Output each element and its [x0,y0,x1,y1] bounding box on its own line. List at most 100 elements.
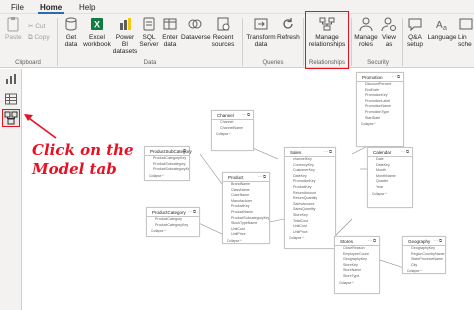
table-card-channel[interactable]: Channel ⋯ ⧉ Channel ChannelName Collapse ^ [211,110,254,151]
table-card-calendar[interactable]: Calendar ⋯ ⧉ Date DateKey Month MonthName Quar… [367,147,413,208]
table-menu-icon[interactable]: ⋯ ⧉ [368,238,376,243]
linguistic-label-1: Lin [458,34,467,41]
collapse-button[interactable]: Collapse ^ [285,235,335,241]
table-menu-icon[interactable]: ⋯ ⧉ [188,209,196,214]
recent-label-2: sources [211,41,235,48]
cut-button[interactable]: ✂ Cut [28,22,45,30]
menu-home[interactable]: Home [40,3,62,12]
person-icon [359,17,373,32]
table-title-text: Product [228,175,244,180]
view-as-icon [381,17,396,32]
table-menu-icon[interactable]: ⋯ ⧉ [178,148,186,153]
view-rail [0,69,22,310]
view-as-button[interactable]: View as [380,16,398,48]
collapse-button[interactable]: Collapse ^ [357,121,403,127]
qa-icon [408,18,422,32]
transform-label-1: Transform [246,34,276,41]
paste-icon [7,17,19,32]
table-card-promotion[interactable]: Promotion ⋯ ⧉ DiscountPercent EndDate Promot… [356,72,404,147]
table-title: Channel ⋯ ⧉ [212,111,253,120]
sql-server-icon [143,17,155,31]
annotation-callout: Click on the Model tab [32,141,134,179]
transform-icon [254,18,268,30]
powerbi-label-1: Power BI [115,34,135,48]
linguistic-schema-button[interactable]: Lin sche [458,16,474,48]
menu-bar: File Home Help [0,0,474,14]
powerbi-datasets-button[interactable]: Power BI datasets [112,16,138,55]
excel-label-2: workbook [83,41,111,48]
collapse-button[interactable]: Collapse ^ [147,228,199,234]
svg-text:A: A [436,20,443,31]
menu-help[interactable]: Help [79,3,95,12]
svg-text:a: a [443,25,447,32]
data-group-label: Data [143,60,157,66]
table-title: ProductCategory ⋯ ⧉ [147,208,199,217]
table-menu-icon[interactable]: ⋯ ⧉ [392,74,400,79]
svg-text:X: X [94,20,100,30]
collapse-button[interactable]: Collapse ^ [212,131,253,137]
table-title: Calendar ⋯ ⧉ [368,148,412,157]
paste-label: Paste [5,34,22,41]
table-title-text: Geography [408,239,431,244]
ribbon-separator [242,18,243,66]
table-menu-icon[interactable]: ⋯ ⧉ [242,112,250,117]
qa-setup-button[interactable]: Q&A setup [405,16,425,48]
sql-label-1: SQL [142,34,156,41]
copy-button[interactable]: ⧉ Copy [28,34,50,42]
excel-icon: X [91,18,103,30]
dataverse-label: Dataverse [181,34,211,41]
menu-file[interactable]: File [11,3,24,12]
paste-button[interactable]: Paste [5,16,22,41]
enter-data-button[interactable]: Enter data [160,16,180,48]
refresh-icon [283,18,293,29]
callout-arrow [24,114,57,139]
queries-group-label: Queries [262,60,284,66]
table-title-text: Sales [290,150,302,155]
refresh-button[interactable]: Refresh [277,16,300,41]
table-menu-icon[interactable]: ⋯ ⧉ [258,174,266,179]
linguistic-schema-icon [459,18,473,30]
collapse-button[interactable]: Collapse ^ [403,268,445,274]
manage-roles-button[interactable]: Manage roles [354,16,378,48]
get-data-button[interactable]: Get data [61,16,81,48]
dataverse-button[interactable]: Dataverse [181,16,211,41]
table-icon [163,18,177,30]
refresh-label: Refresh [277,34,300,41]
model-view-tab[interactable] [2,109,20,127]
manage-roles-label-2: roles [358,41,374,48]
table-card-geography[interactable]: Geography ⋯ ⧉ GeographyKey RegionCountryNam… [402,236,446,274]
table-card-productcategory[interactable]: ProductCategory ⋯ ⧉ ProductCategory Product… [146,207,200,237]
table-card-product[interactable]: Product ⋯ ⧉ BrandName ClassName ColorName Man… [222,172,270,244]
get-data-label-1: Get [65,34,77,41]
table-menu-icon[interactable]: ⋯ ⧉ [324,149,332,154]
enter-label-2: data [163,41,177,48]
table-menu-icon[interactable]: ⋯ ⧉ [401,149,409,154]
table-card-sales[interactable]: Sales ⋯ ⧉ channelKey CurrencyKey CustomerKey… [284,147,336,249]
table-card-stores[interactable]: Stores ⋯ ⧉ CloseReason EmployeeCount Geograp… [334,236,380,294]
qa-label-2: setup [407,41,423,48]
report-view-icon[interactable] [4,72,18,86]
annotation-line-2: Model tab [32,160,117,178]
table-menu-icon[interactable]: ⋯ ⧉ [434,238,442,243]
security-group-label: Security [367,60,389,66]
collapse-button[interactable]: Collapse ^ [335,280,379,286]
sql-label-2: Server [139,41,159,48]
language-button[interactable]: Aa Language [427,16,457,41]
sql-server-button[interactable]: SQL Server [139,16,159,48]
data-view-icon[interactable] [4,92,18,106]
table-card-productsubcategory[interactable]: ProductSubCategory ⋯ ⧉ ProductCategoryKey P… [144,146,192,181]
table-title-text: Channel [217,113,234,118]
powerbi-icon [120,18,131,30]
transform-data-button[interactable]: Transform data [246,16,276,48]
table-title-text: ProductCategory [152,210,186,215]
ribbon-separator [351,18,352,66]
manage-roles-label-1: Manage [354,34,378,41]
excel-workbook-button[interactable]: X Excel workbook [83,16,111,48]
collapse-button[interactable]: Collapse ^ [223,238,269,244]
recent-sources-button[interactable]: Recent sources [211,16,235,48]
annotation-line-1: Click on the [32,141,134,159]
ribbon: Paste ✂ Cut ⧉ Copy Clipboard Get data X … [0,14,474,68]
collapse-button[interactable]: Collapse ^ [368,191,412,197]
excel-label-1: Excel [89,34,105,41]
collapse-button[interactable]: Collapse ^ [145,173,189,179]
